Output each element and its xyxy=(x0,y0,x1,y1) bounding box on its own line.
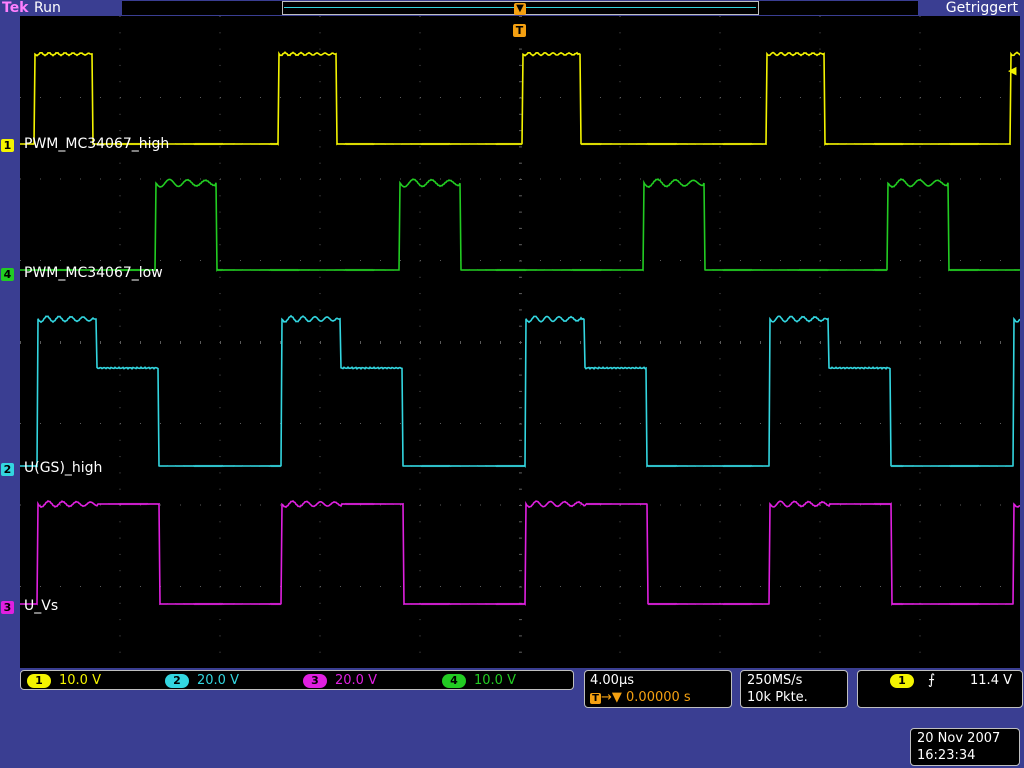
scale-ch2-badge: 2 xyxy=(165,673,189,688)
timebase-readout[interactable]: 4.00µs T →▼ 0.00000 s xyxy=(584,670,732,708)
trigger-position-marker-top: ▼ xyxy=(514,3,526,15)
rising-edge-icon: ⨍ xyxy=(928,672,936,688)
waveform-display xyxy=(20,16,1020,668)
channel-2-marker[interactable]: 2 xyxy=(1,463,14,476)
trigger-badge: T xyxy=(590,693,601,704)
trigger-arrow-icon: →▼ xyxy=(601,690,622,705)
waveform-svg xyxy=(20,16,1020,653)
channel-1-marker[interactable]: 1 xyxy=(1,139,14,152)
trigger-source-badge: 1 xyxy=(890,674,914,688)
scale-ch3[interactable]: 3 20.0 V xyxy=(303,673,377,689)
trigger-time-marker[interactable]: T xyxy=(513,24,526,37)
date: 20 Nov 2007 xyxy=(917,731,1001,746)
datetime-readout: 20 Nov 2007 16:23:34 xyxy=(910,728,1020,766)
scale-ch2[interactable]: 2 20.0 V xyxy=(165,673,239,689)
channel-3-label: U_Vs xyxy=(24,598,59,614)
scale-ch3-value: 20.0 V xyxy=(335,673,377,688)
scale-ch1[interactable]: 1 10.0 V xyxy=(27,673,101,689)
trigger-level-arrow-icon[interactable]: ◀ xyxy=(1008,65,1020,77)
time-per-div: 4.00µs xyxy=(590,673,634,688)
time: 16:23:34 xyxy=(917,748,976,763)
scale-ch4-value: 10.0 V xyxy=(474,673,516,688)
channel-1-label: PWM_MC34067_high xyxy=(24,136,170,152)
channel-4-label: PWM_MC34067_low xyxy=(24,265,163,281)
acquisition-readout[interactable]: 250MS/s 10k Pkte. xyxy=(740,670,848,708)
scale-ch4[interactable]: 4 10.0 V xyxy=(442,673,516,689)
vertical-scale-readout: 1 10.0 V 2 20.0 V 3 20.0 V 4 10.0 V xyxy=(20,670,574,690)
scale-ch4-badge: 4 xyxy=(442,673,466,688)
trigger-position-readout: T →▼ 0.00000 s xyxy=(590,690,691,705)
scale-ch3-badge: 3 xyxy=(303,673,327,688)
trigger-position-value: 0.00000 s xyxy=(626,690,691,705)
sample-rate: 250MS/s xyxy=(747,673,803,688)
run-state: Run xyxy=(34,0,61,16)
trigger-readout[interactable]: 1 ⨍ 11.4 V xyxy=(857,670,1023,708)
channel-4-marker[interactable]: 4 xyxy=(1,268,14,281)
trigger-level: 11.4 V xyxy=(970,673,1012,688)
channel-3-marker[interactable]: 3 xyxy=(1,601,14,614)
scale-ch1-badge: 1 xyxy=(27,673,51,688)
record-length: 10k Pkte. xyxy=(747,690,808,705)
scale-ch2-value: 20.0 V xyxy=(197,673,239,688)
brand-logo: Tek xyxy=(2,0,29,16)
graticule xyxy=(20,16,1001,653)
status-bar: Tek Run Getriggert xyxy=(0,0,1024,16)
channel-2-label: U(GS)_high xyxy=(24,460,103,476)
scale-ch1-value: 10.0 V xyxy=(59,673,101,688)
trigger-status: Getriggert xyxy=(945,0,1018,16)
